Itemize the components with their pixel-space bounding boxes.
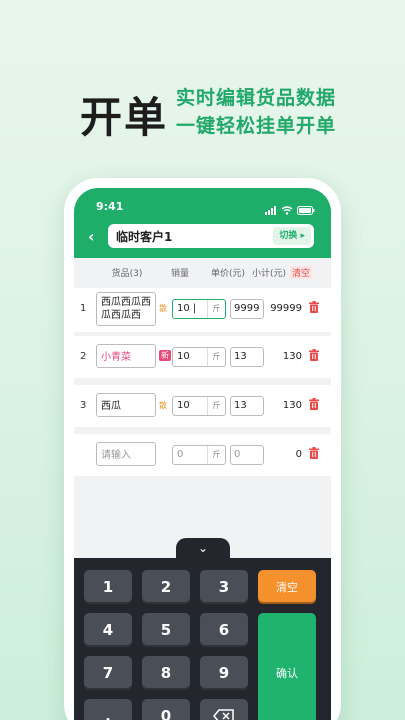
battery-icon	[297, 200, 315, 219]
loose-tag: 散	[159, 304, 167, 313]
hero-subtitle: 实时编辑货品数据 一键轻松挂单开单	[176, 84, 336, 140]
qty-input[interactable]: 10 斤	[172, 347, 226, 367]
key-2[interactable]: 2	[142, 570, 190, 604]
backspace-icon	[213, 709, 234, 720]
numeric-keypad: 1 2 3 清空 4 5 6 确认 7 8 9 . 0	[74, 558, 331, 720]
unit-selector[interactable]: 斤	[207, 300, 225, 318]
key-dot[interactable]: .	[84, 699, 132, 720]
backspace-key[interactable]	[200, 699, 248, 720]
header-goods: 货品(3)	[111, 268, 143, 279]
goods-name-input[interactable]: 西瓜	[96, 393, 156, 417]
subtotal-value: 130	[282, 400, 302, 411]
customer-field[interactable]: 临时客户1 切换 ▸	[108, 224, 314, 248]
table-header: 货品(3) 销量 单价(元) 小计(元) 清空	[74, 258, 331, 286]
row-index: 2	[80, 351, 87, 362]
price-input[interactable]: 13	[230, 396, 264, 416]
qty-value: 10 |	[177, 303, 197, 314]
key-1[interactable]: 1	[84, 570, 132, 604]
header-subtotal: 小计(元)	[251, 268, 287, 279]
hero-subtitle-line1: 实时编辑货品数据	[176, 87, 337, 109]
trash-icon[interactable]	[309, 301, 319, 313]
keypad-clear-button[interactable]: 清空	[258, 570, 316, 604]
key-4[interactable]: 4	[84, 613, 132, 647]
price-input[interactable]: 13	[230, 347, 264, 367]
subtotal-value: 130	[282, 351, 302, 362]
table-row: 1 西瓜西瓜西瓜西瓜西 散 10 | 斤 9999 99999	[74, 288, 331, 332]
table-row: 3 西瓜 散 10 斤 13 130	[74, 385, 331, 427]
header-price: 单价(元)	[210, 268, 246, 279]
row-index: 3	[80, 400, 87, 411]
price-input[interactable]: 0	[230, 445, 264, 465]
key-7[interactable]: 7	[84, 656, 132, 690]
table-row: 2 小青菜 新 10 斤 13 130	[74, 336, 331, 378]
key-6[interactable]: 6	[200, 613, 248, 647]
unit-selector[interactable]: 斤	[207, 397, 225, 415]
top-bar: 9:41 ‹ 临时客户1 切换 ▸	[74, 188, 331, 258]
status-time: 9:41	[96, 200, 124, 213]
goods-name-input[interactable]: 西瓜西瓜西瓜西瓜西	[96, 292, 156, 326]
hero-subtitle-line2: 一键轻松挂单开单	[176, 115, 337, 137]
key-3[interactable]: 3	[200, 570, 248, 604]
qty-value: 0	[177, 449, 184, 460]
qty-input[interactable]: 10 斤	[172, 396, 226, 416]
unit-selector[interactable]: 斤	[207, 446, 225, 464]
subtotal-value: 0	[295, 449, 302, 460]
phone-screen: 9:41 ‹ 临时客户1 切换 ▸ 货品(3) 销量 单价(元) 小计(元) 清…	[74, 188, 331, 720]
back-chevron-icon[interactable]: ‹	[88, 227, 95, 246]
trash-icon[interactable]	[309, 398, 319, 410]
confirm-button[interactable]: 确认	[258, 613, 316, 720]
clear-all-button[interactable]: 清空	[290, 265, 313, 279]
collapse-keyboard-button[interactable]: ⌄	[176, 538, 230, 560]
header-qty: 销量	[170, 268, 189, 279]
qty-value: 10	[177, 400, 190, 411]
price-input[interactable]: 9999	[230, 299, 264, 319]
key-9[interactable]: 9	[200, 656, 248, 690]
table-row: 请输入 0 斤 0 0	[74, 434, 331, 476]
status-icons	[265, 200, 315, 219]
customer-name: 临时客户1	[116, 230, 173, 244]
signal-icon	[265, 200, 277, 219]
wifi-icon	[281, 200, 293, 219]
subtotal-value: 99999	[270, 303, 302, 314]
qty-input[interactable]: 0 斤	[172, 445, 226, 465]
trash-icon[interactable]	[309, 447, 319, 459]
switch-customer-button[interactable]: 切换 ▸	[273, 227, 311, 245]
new-tag: 新	[159, 350, 171, 361]
loose-tag: 散	[159, 401, 167, 410]
qty-input[interactable]: 10 | 斤	[172, 299, 226, 319]
key-8[interactable]: 8	[142, 656, 190, 690]
key-0[interactable]: 0	[142, 699, 190, 720]
key-5[interactable]: 5	[142, 613, 190, 647]
goods-name-input[interactable]: 小青菜	[96, 344, 156, 368]
row-index: 1	[80, 303, 87, 314]
goods-name-input[interactable]: 请输入	[96, 442, 156, 466]
trash-icon[interactable]	[309, 349, 319, 361]
phone-frame: 9:41 ‹ 临时客户1 切换 ▸ 货品(3) 销量 单价(元) 小计(元) 清…	[64, 178, 341, 720]
hero-title: 开单	[80, 93, 169, 142]
unit-selector[interactable]: 斤	[207, 348, 225, 366]
qty-value: 10	[177, 351, 190, 362]
